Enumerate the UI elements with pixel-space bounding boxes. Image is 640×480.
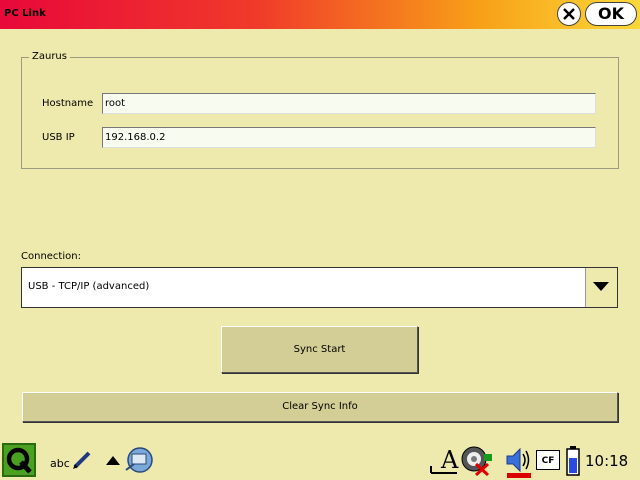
connection-label: Connection: xyxy=(21,251,81,262)
chevron-down-icon xyxy=(593,282,609,291)
qtopia-q-icon[interactable] xyxy=(2,443,36,477)
hostname-field[interactable]: root xyxy=(102,93,596,114)
volume-icon[interactable] xyxy=(505,446,533,478)
usb-ip-field[interactable]: 192.168.0.2 xyxy=(102,127,596,148)
applet-icon[interactable] xyxy=(124,446,154,474)
clear-sync-info-button[interactable]: Clear Sync Info xyxy=(22,392,618,422)
ok-button[interactable]: OK xyxy=(585,2,637,26)
pencil-icon xyxy=(73,451,91,469)
svg-text:A: A xyxy=(440,446,459,474)
connection-select[interactable]: USB - TCP/IP (advanced) xyxy=(21,267,618,308)
battery-icon[interactable] xyxy=(566,446,580,476)
window-title: PC Link xyxy=(4,8,46,19)
cf-card-icon[interactable]: CF xyxy=(536,450,560,470)
connection-selected-value: USB - TCP/IP (advanced) xyxy=(28,281,150,292)
connection-dropdown-button[interactable] xyxy=(585,268,617,307)
title-bar xyxy=(0,0,640,29)
sync-start-button[interactable]: Sync Start xyxy=(221,326,418,373)
up-arrow-icon[interactable] xyxy=(106,456,120,465)
close-icon xyxy=(563,8,575,20)
handwriting-input-button[interactable]: abc xyxy=(50,450,92,472)
usb-ip-label: USB IP xyxy=(42,132,75,143)
input-method-label: abc xyxy=(50,457,70,470)
cf-label: CF xyxy=(541,456,555,466)
zaurus-group-title: Zaurus xyxy=(29,51,70,62)
hostname-label: Hostname xyxy=(42,98,94,109)
clock: 10:18 xyxy=(585,452,629,470)
network-disconnected-icon[interactable] xyxy=(460,446,496,476)
keyboard-a-icon[interactable]: A xyxy=(429,446,459,476)
close-button[interactable] xyxy=(557,2,581,26)
